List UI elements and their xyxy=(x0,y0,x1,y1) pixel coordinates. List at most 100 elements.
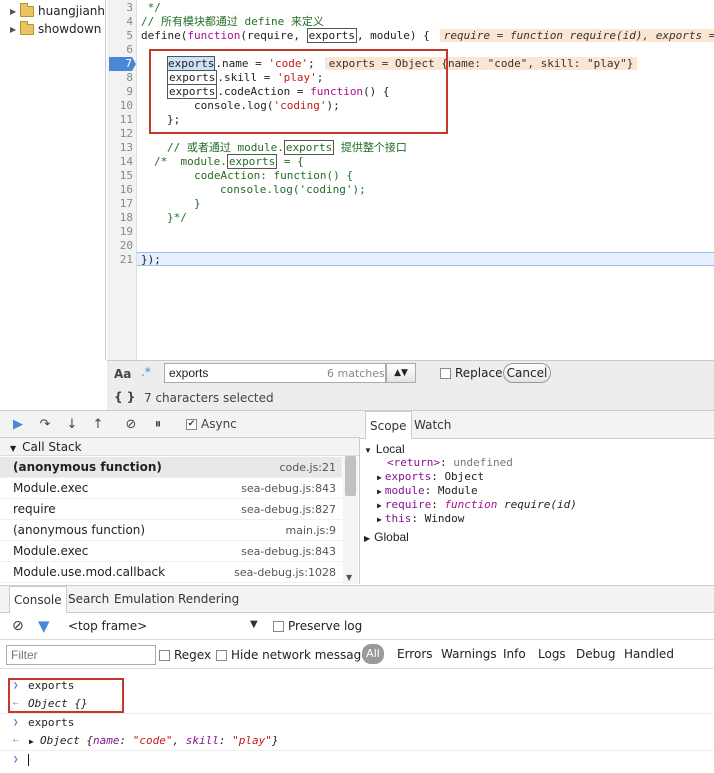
line-number[interactable]: 8 xyxy=(107,71,137,85)
frame-location[interactable]: code.js:21 xyxy=(279,457,336,478)
scope-local[interactable]: ▼ Local xyxy=(364,442,405,456)
deactivate-breakpoints-icon[interactable]: ⊘ xyxy=(123,416,139,432)
expand-arrow-icon[interactable]: ▼ xyxy=(364,446,372,455)
expand-arrow-icon[interactable]: ▶ xyxy=(377,473,382,482)
scope-var-module[interactable]: ▶ module: Module xyxy=(377,484,478,498)
tab-watch[interactable]: Watch xyxy=(410,411,455,439)
level-errors[interactable]: Errors xyxy=(397,647,433,661)
find-nav-buttons[interactable]: ▲▼ xyxy=(386,363,416,383)
step-over-icon[interactable]: ↷ xyxy=(37,416,53,432)
line-number[interactable]: 13 xyxy=(107,141,137,155)
line-number[interactable]: 16 xyxy=(107,183,137,197)
hide-network-option[interactable]: Hide network messages xyxy=(216,648,375,662)
clear-console-icon[interactable]: ⊘ xyxy=(12,618,24,634)
call-stack-scrollbar[interactable]: ▼ xyxy=(343,456,358,584)
call-frame[interactable]: Module.exec sea-debug.js:843 xyxy=(0,478,342,499)
line-gutter[interactable]: 3 4 5 6 7 8 9 10 11 12 13 14 15 16 17 18… xyxy=(107,0,137,360)
line-number[interactable]: 18 xyxy=(107,211,137,225)
tab-rendering[interactable]: Rendering xyxy=(174,586,243,613)
tab-emulation[interactable]: Emulation xyxy=(110,586,179,613)
pause-on-exceptions-icon[interactable]: ⏸ xyxy=(150,416,166,432)
level-info[interactable]: Info xyxy=(503,647,526,661)
line-number[interactable]: 4 xyxy=(107,15,137,29)
console-prompt[interactable]: ❯ xyxy=(0,751,714,769)
tab-scope[interactable]: Scope xyxy=(365,411,412,439)
expand-arrow-icon[interactable]: ▶ xyxy=(364,534,370,543)
frame-location[interactable]: sea-debug.js:843 xyxy=(241,478,336,499)
frame-location[interactable]: sea-debug.js:843 xyxy=(241,541,336,562)
async-checkbox[interactable]: ✔ xyxy=(186,419,197,430)
frame-select[interactable]: <top frame> xyxy=(68,619,147,633)
call-frame[interactable]: Module.use.mod.callback sea-debug.js:1028 xyxy=(0,562,342,583)
level-handled[interactable]: Handled xyxy=(624,647,674,661)
scroll-down-icon[interactable]: ▼ xyxy=(346,573,352,582)
scope-var-require[interactable]: ▶ require: function require(id) xyxy=(377,498,577,512)
line-number[interactable]: 17 xyxy=(107,197,137,211)
step-into-icon[interactable]: ↓ xyxy=(64,416,80,432)
tree-item-huangjianhua[interactable]: ▶ huangjianhua xyxy=(10,2,105,20)
console-input-entry[interactable]: ❯ exports xyxy=(0,714,714,732)
cancel-button[interactable]: Cancel xyxy=(503,363,551,383)
call-stack-header[interactable]: ▼ Call Stack xyxy=(0,438,359,456)
expand-arrow-icon[interactable]: ▶ xyxy=(29,733,34,751)
line-number[interactable]: 20 xyxy=(107,239,137,253)
line-number[interactable]: 3 xyxy=(107,1,137,15)
scope-var-return[interactable]: <return>: undefined xyxy=(387,456,513,470)
filter-input[interactable] xyxy=(6,645,156,665)
preserve-log-option[interactable]: Preserve log xyxy=(273,619,362,633)
tab-search[interactable]: Search xyxy=(64,586,113,613)
match-case-toggle[interactable]: Aa xyxy=(114,367,131,381)
line-number[interactable]: 21 xyxy=(107,253,137,267)
regex-option[interactable]: Regex xyxy=(159,648,211,662)
line-number[interactable]: 10 xyxy=(107,99,137,113)
replace-option[interactable]: Replace xyxy=(440,366,502,380)
scope-global[interactable]: ▶ Global xyxy=(364,530,409,544)
async-option[interactable]: ✔ Async xyxy=(186,417,237,431)
breakpoint-line-number[interactable]: 7 xyxy=(109,57,136,71)
replace-checkbox[interactable] xyxy=(440,368,451,379)
tree-item-showdown[interactable]: ▶ showdown xyxy=(10,20,101,38)
frame-location[interactable]: sea-debug.js:1028 xyxy=(234,562,336,583)
line-number[interactable]: 11 xyxy=(107,113,137,127)
expand-arrow-icon[interactable]: ▶ xyxy=(10,7,18,16)
tab-console[interactable]: Console xyxy=(9,586,67,613)
step-out-icon[interactable]: ↑ xyxy=(90,416,106,432)
line-number[interactable]: 19 xyxy=(107,225,137,239)
level-warnings[interactable]: Warnings xyxy=(441,647,497,661)
level-all[interactable]: All xyxy=(362,644,384,664)
chevron-down-icon[interactable]: ▼ xyxy=(250,619,258,630)
call-frame[interactable]: (anonymous function) main.js:9 xyxy=(0,520,342,541)
expand-arrow-icon[interactable]: ▶ xyxy=(10,25,18,34)
console-result-entry[interactable]: ⇠ ▶ Object {name: "code", skill: "play"} xyxy=(0,732,714,750)
frame-location[interactable]: main.js:9 xyxy=(286,520,336,541)
preserve-log-checkbox[interactable] xyxy=(273,621,284,632)
expand-arrow-icon[interactable]: ▶ xyxy=(377,501,382,510)
scope-var-this[interactable]: ▶ this: Window xyxy=(377,512,464,526)
find-next-icon[interactable]: ▲ xyxy=(394,368,401,378)
frame-location[interactable]: sea-debug.js:827 xyxy=(241,499,336,520)
line-number[interactable]: 15 xyxy=(107,169,137,183)
scrollbar-thumb[interactable] xyxy=(345,456,356,496)
line-number[interactable]: 12 xyxy=(107,127,137,141)
level-debug[interactable]: Debug xyxy=(576,647,615,661)
expand-arrow-icon[interactable]: ▶ xyxy=(377,515,382,524)
expand-arrow-icon[interactable]: ▶ xyxy=(377,487,382,496)
scope-var-exports[interactable]: ▶ exports: Object xyxy=(377,470,484,484)
regex-toggle[interactable]: .* xyxy=(141,365,151,379)
line-number[interactable]: 9 xyxy=(107,85,137,99)
call-frame[interactable]: (anonymous function) code.js:21 xyxy=(0,457,342,478)
tree-item-label: showdown xyxy=(38,22,102,36)
line-number[interactable]: 5 xyxy=(107,29,137,43)
pretty-print-icon[interactable]: { } xyxy=(114,390,135,404)
level-logs[interactable]: Logs xyxy=(538,647,566,661)
collapse-arrow-icon[interactable]: ▼ xyxy=(10,444,16,453)
find-prev-icon[interactable]: ▼ xyxy=(401,368,408,378)
line-number[interactable]: 6 xyxy=(107,43,137,57)
resume-icon[interactable]: ▶︎ xyxy=(10,416,26,432)
filter-icon[interactable]: ▼ xyxy=(38,617,50,635)
call-frame[interactable]: require sea-debug.js:827 xyxy=(0,499,342,520)
hide-network-checkbox[interactable] xyxy=(216,650,227,661)
regex-checkbox[interactable] xyxy=(159,650,170,661)
line-number[interactable]: 14 xyxy=(107,155,137,169)
call-frame[interactable]: Module.exec sea-debug.js:843 xyxy=(0,541,342,562)
